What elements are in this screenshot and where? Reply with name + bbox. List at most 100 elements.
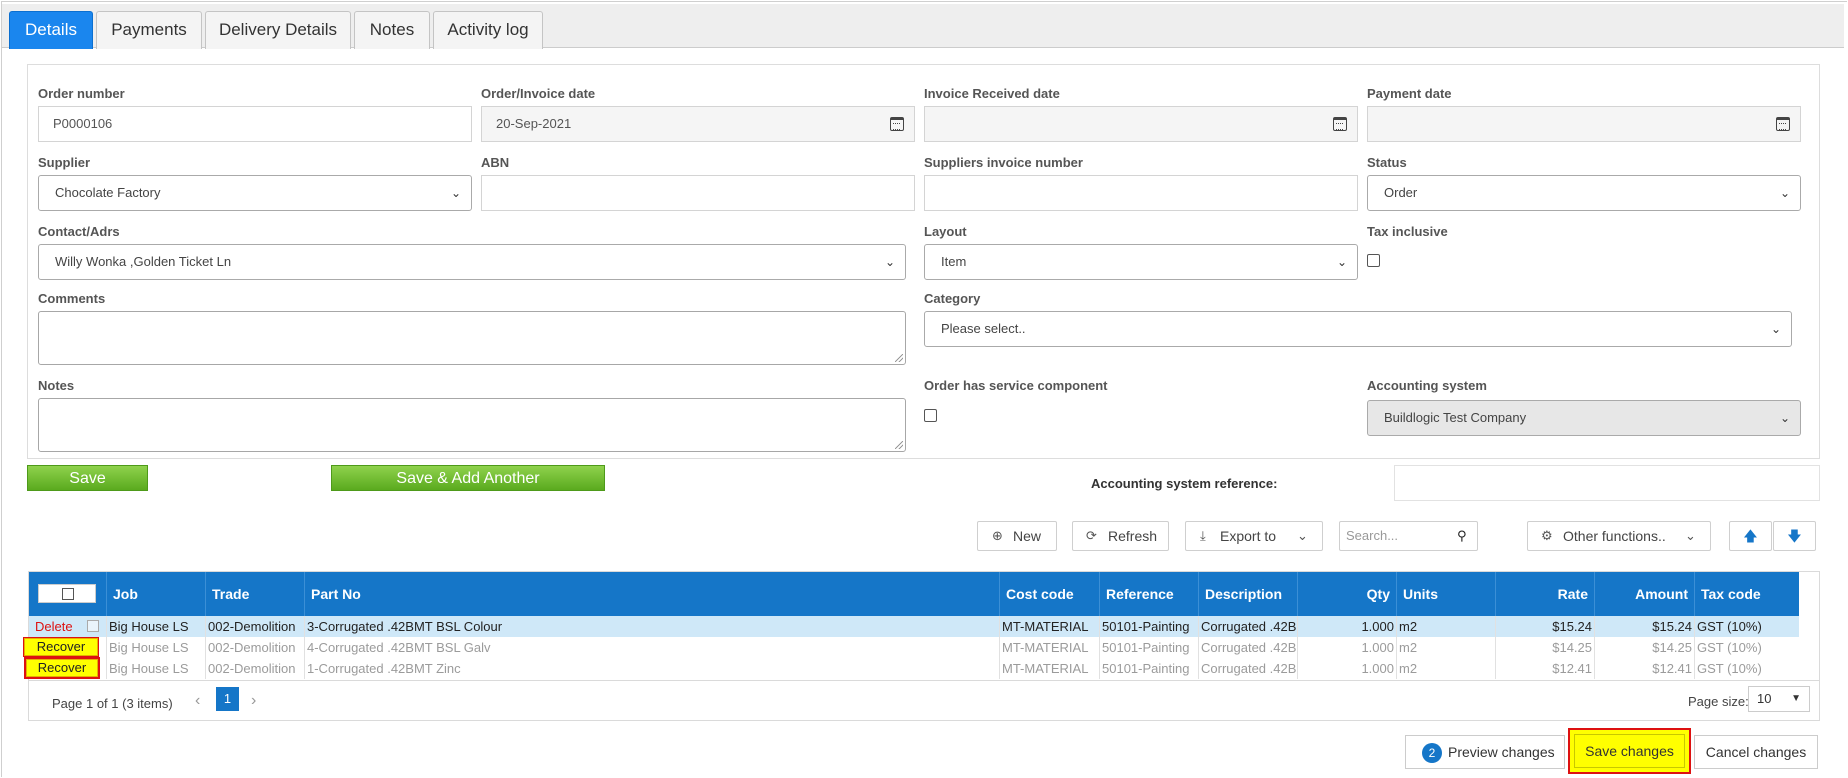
layout-select[interactable]: Item ⌄ [924,244,1358,280]
refresh-button[interactable]: ⟳ Refresh [1072,521,1169,551]
order-date-input[interactable]: 20-Sep-2021 [481,106,915,142]
calendar-icon[interactable] [1776,117,1790,131]
other-functions-button[interactable]: ⚙ Other functions.. ⌄ [1527,521,1711,551]
chevron-down-icon: ⌄ [1685,528,1696,543]
cell-cost-code: MT-MATERIAL [999,637,1099,658]
col-amount[interactable]: Amount [1594,572,1694,616]
invoice-received-input[interactable] [924,106,1358,142]
col-trade[interactable]: Trade [205,572,304,616]
cell-part-no: 3-Corrugated .42BMT BSL Colour [304,616,999,637]
recover-button[interactable]: Recover [24,657,100,679]
col-rate[interactable]: Rate [1495,572,1594,616]
table-row[interactable]: Recover Big House LS 002-Demolition 4-Co… [23,637,1799,658]
notes-textarea[interactable] [38,398,906,452]
service-component-checkbox[interactable] [924,409,937,422]
category-value: Please select.. [941,321,1026,336]
table-row[interactable]: Delete Big House LS 002-Demolition 3-Cor… [29,616,1799,637]
calendar-icon[interactable] [1333,117,1347,131]
supplier-invoice-input[interactable] [924,175,1358,211]
delete-link[interactable]: Delete [35,616,73,637]
col-qty[interactable]: Qty [1297,572,1396,616]
tab-delivery-details[interactable]: Delivery Details [205,11,351,49]
save-changes-button[interactable]: Save changes [1568,728,1691,774]
tab-notes[interactable]: Notes [354,11,430,49]
search-box[interactable]: Search... ⚲ [1339,521,1478,551]
refresh-icon: ⟳ [1086,528,1097,543]
chevron-down-icon: ⌄ [1779,186,1790,200]
col-job[interactable]: Job [106,572,205,616]
gears-icon: ⚙ [1541,528,1553,543]
refresh-label: Refresh [1108,528,1158,544]
tab-payments[interactable]: Payments [96,11,202,49]
pager-info: Page 1 of 1 (3 items) [52,696,173,711]
next-page-icon[interactable]: › [251,692,256,710]
table-row[interactable]: Recover Big House LS 002-Demolition 1-Co… [24,657,1799,679]
comments-label: Comments [38,291,106,306]
preview-changes-button[interactable]: 2 Preview changes [1405,735,1565,769]
select-all-checkbox[interactable] [62,588,74,600]
status-value: Order [1384,185,1418,200]
cell-description: Corrugated .42BMT BSL Galv [1198,637,1297,658]
save-button[interactable]: Save [27,465,148,491]
arrow-down-icon: 🡇 [1787,528,1802,544]
col-description[interactable]: Description [1198,572,1297,616]
save-changes-label: Save changes [1574,734,1685,768]
tab-details[interactable]: Details [9,11,93,49]
cell-reference: 50101-Painting [1099,637,1198,658]
col-part-no[interactable]: Part No [304,572,999,616]
cancel-changes-button[interactable]: Cancel changes [1694,735,1818,769]
abn-label: ABN [481,155,510,170]
contact-select[interactable]: Willy Wonka ,Golden Ticket Ln ⌄ [38,244,906,280]
cell-tax-code: GST (10%) [1694,616,1799,637]
tab-activity-log[interactable]: Activity log [433,11,543,49]
accounting-reference-input[interactable] [1394,465,1820,501]
col-cost-code[interactable]: Cost code [999,572,1099,616]
supplier-value: Chocolate Factory [55,185,161,200]
cell-cost-code: MT-MATERIAL [999,658,1099,679]
resize-grip-icon[interactable] [895,441,903,449]
tax-inclusive-checkbox[interactable] [1367,254,1380,267]
col-tax-code[interactable]: Tax code [1694,572,1799,616]
page-size-value: 10 [1757,691,1772,706]
select-all-box[interactable] [38,584,96,603]
move-up-button[interactable]: 🡅 [1729,521,1772,551]
page-size-select[interactable]: 10 ▼ [1748,686,1810,712]
cell-trade: 002-Demolition [205,658,304,679]
other-functions-label: Other functions.. [1563,528,1666,544]
cell-units: m2 [1396,658,1495,679]
recover-button[interactable]: Recover [23,637,99,657]
col-reference[interactable]: Reference [1099,572,1198,616]
comments-textarea[interactable] [38,311,906,365]
resize-grip-icon[interactable] [895,354,903,362]
row-checkbox[interactable] [87,620,99,632]
layout-label: Layout [924,224,967,239]
order-number-input[interactable]: P0000106 [38,106,472,142]
category-select[interactable]: Please select.. ⌄ [924,311,1792,347]
move-down-button[interactable]: 🡇 [1773,521,1816,551]
chevron-down-icon: ⌄ [1297,528,1308,543]
search-input[interactable]: Search... [1346,522,1398,550]
cell-job: Big House LS [106,616,205,637]
status-select[interactable]: Order ⌄ [1367,175,1801,211]
grid-header: Job Trade Part No Cost code Reference De… [29,572,1799,616]
payment-date-label: Payment date [1367,86,1452,101]
export-button[interactable]: ⤓ Export to ⌄ [1185,521,1323,551]
prev-page-icon[interactable]: ‹ [195,692,200,710]
cell-trade: 002-Demolition [205,616,304,637]
save-add-another-button[interactable]: Save & Add Another [331,465,605,491]
cell-cost-code: MT-MATERIAL [999,616,1099,637]
cell-reference: 50101-Painting [1099,616,1198,637]
chevron-down-icon: ⌄ [1779,411,1790,425]
abn-input[interactable] [481,175,915,211]
cell-rate: $15.24 [1495,616,1594,637]
accounting-system-select[interactable]: Buildlogic Test Company ⌄ [1367,400,1801,436]
page-1-button[interactable]: 1 [216,687,239,711]
cell-amount: $14.25 [1594,637,1694,658]
col-units[interactable]: Units [1396,572,1495,616]
accounting-reference-label: Accounting system reference: [1091,476,1278,491]
payment-date-input[interactable] [1367,106,1801,142]
new-button[interactable]: ⊕ New [977,521,1057,551]
search-icon[interactable]: ⚲ [1457,522,1467,550]
supplier-select[interactable]: Chocolate Factory ⌄ [38,175,472,211]
calendar-icon[interactable] [890,117,904,131]
